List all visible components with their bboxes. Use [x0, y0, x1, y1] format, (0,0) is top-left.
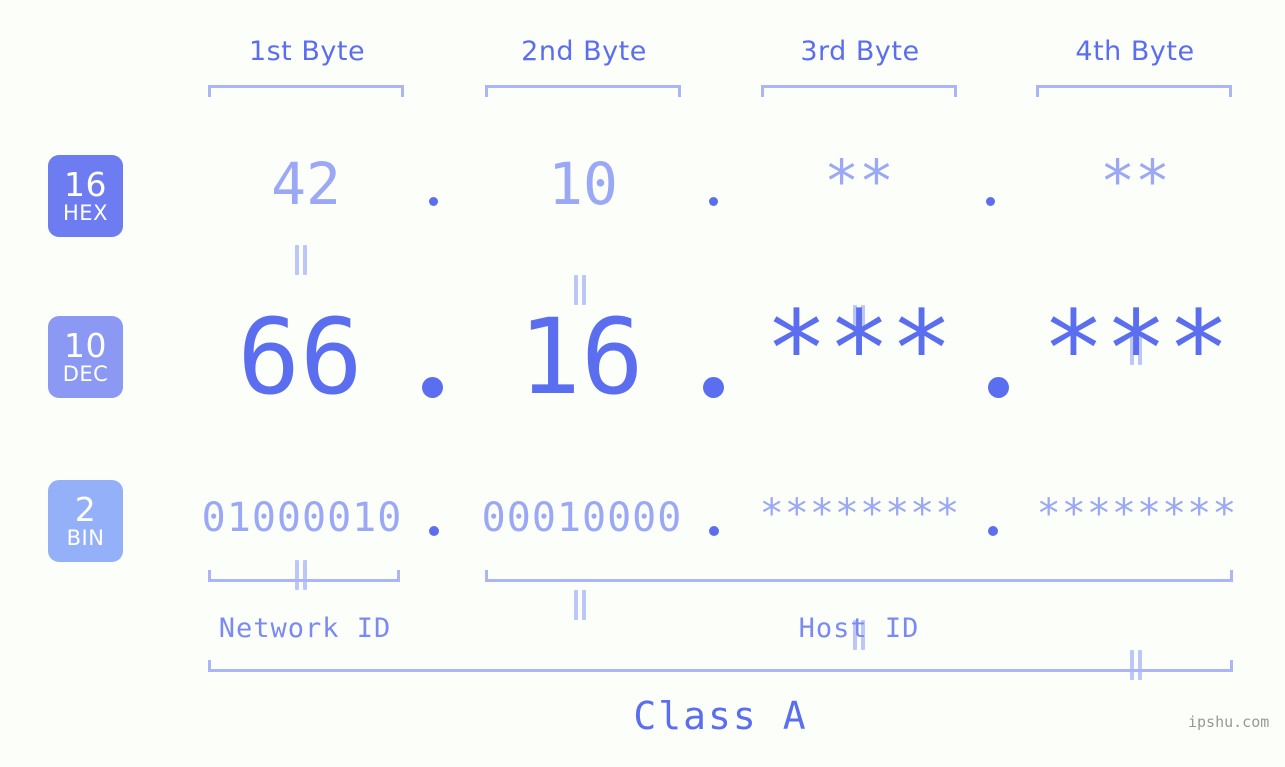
- bin-byte-value-1: 01000010: [201, 495, 403, 541]
- hex-byte-value-3: **: [824, 147, 894, 215]
- hex-separator-dot-2: [709, 197, 718, 206]
- dec-byte-value-1: 66: [237, 296, 363, 418]
- dec-byte-value-2: 16: [518, 296, 644, 418]
- bin-separator-dot-2: [709, 526, 719, 536]
- bin-separator-dot-3: [988, 526, 998, 536]
- dec-byte-value-3: ***: [765, 288, 953, 410]
- byte-bracket-4: [1036, 85, 1232, 97]
- class-label: Class A: [633, 694, 808, 738]
- byte-header-label-1: 1st Byte: [248, 36, 366, 67]
- dec-separator-dot-2: [703, 377, 724, 398]
- bin-byte-value-3: ********: [759, 491, 961, 537]
- bin-byte-value-4: ********: [1036, 491, 1238, 537]
- byte-header-label-3: 3rd Byte: [800, 36, 920, 67]
- hex-byte-value-1: 42: [271, 150, 341, 218]
- ip-byte-breakdown-diagram: 1st Byte 2nd Byte 3rd Byte 4th Byte 16 H…: [0, 0, 1285, 767]
- byte-header-label-4: 4th Byte: [1075, 36, 1195, 67]
- byte-bracket-1: [208, 85, 404, 97]
- base-badge-dec: 10 DEC: [48, 316, 123, 398]
- base-badge-bin-number: 2: [74, 490, 97, 529]
- host-id-label: Host ID: [798, 613, 920, 644]
- dec-byte-value-4: ***: [1042, 288, 1230, 410]
- dec-separator-dot-1: [422, 377, 443, 398]
- base-badge-hex-number: 16: [64, 165, 107, 204]
- base-badge-bin-abbr: BIN: [66, 526, 105, 550]
- hex-separator-dot-3: [986, 197, 995, 206]
- hex-byte-value-4: **: [1100, 147, 1170, 215]
- byte-bracket-3: [761, 85, 957, 97]
- hex-separator-dot-1: [429, 197, 438, 206]
- base-badge-bin: 2 BIN: [48, 480, 123, 562]
- class-bracket: [208, 660, 1233, 672]
- network-id-bracket: [208, 570, 400, 582]
- base-badge-hex-abbr: HEX: [63, 201, 108, 225]
- base-badge-hex: 16 HEX: [48, 155, 123, 237]
- hex-byte-value-2: 10: [548, 150, 618, 218]
- bin-separator-dot-1: [429, 526, 439, 536]
- network-id-label: Network ID: [218, 613, 392, 644]
- host-id-bracket: [485, 570, 1233, 582]
- base-badge-dec-abbr: DEC: [62, 362, 109, 386]
- watermark-ipshu: ipshu.com: [1188, 713, 1270, 731]
- byte-header-label-2: 2nd Byte: [521, 36, 647, 67]
- equals-mark-hex-dec-1: [294, 245, 308, 275]
- byte-bracket-2: [485, 85, 681, 97]
- dec-separator-dot-3: [988, 377, 1009, 398]
- base-badge-dec-number: 10: [64, 326, 107, 365]
- bin-byte-value-2: 00010000: [481, 495, 683, 541]
